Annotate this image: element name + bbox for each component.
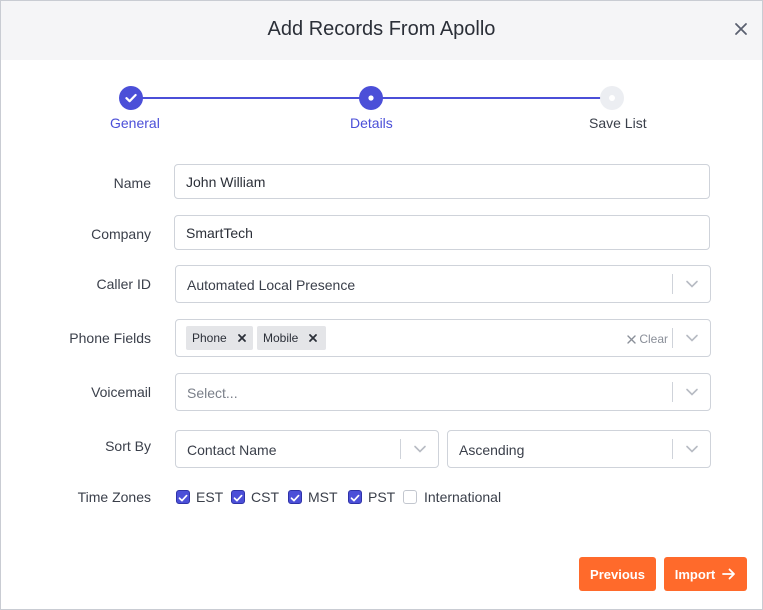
chevron-down-icon[interactable] [684, 332, 700, 344]
checkbox-international[interactable] [403, 490, 417, 504]
chevron-down-icon[interactable] [684, 278, 700, 290]
caller-id-value: Automated Local Presence [187, 277, 356, 293]
step-general-label[interactable]: General [110, 115, 160, 131]
chevron-down-icon[interactable] [412, 443, 428, 455]
checkbox-mst[interactable] [288, 490, 302, 504]
import-button-label: Import [674, 566, 716, 582]
step-save-list-label[interactable]: Save List [589, 115, 647, 131]
phone-fields-multiselect[interactable]: Phone Mobile Clear [175, 319, 711, 357]
tag-mobile: Mobile [257, 326, 326, 350]
caller-id-select[interactable]: Automated Local Presence [175, 265, 711, 303]
step-details-dot-icon [359, 86, 383, 110]
tag-mobile-label: Mobile [263, 331, 299, 345]
previous-button-label: Previous [590, 566, 645, 582]
checkbox-pst[interactable] [348, 490, 362, 504]
sort-order-value: Ascending [459, 442, 525, 458]
clear-label: Clear [639, 332, 668, 346]
step-details-label[interactable]: Details [350, 115, 393, 131]
name-label: Name [113, 175, 151, 191]
select-separator [672, 439, 673, 459]
dialog-title: Add Records From Apollo [267, 18, 496, 40]
arrow-right-icon [722, 568, 736, 580]
check-icon [290, 494, 300, 502]
clear-button[interactable]: Clear [627, 332, 668, 346]
step-save-list-dot-icon [600, 86, 624, 110]
clear-x-icon [627, 334, 637, 344]
checkbox-est-label[interactable]: EST [196, 489, 223, 505]
remove-tag-icon[interactable] [235, 331, 249, 345]
dialog-header: Add Records From Apollo [1, 1, 762, 60]
stepper-line-completed [131, 97, 371, 99]
sort-by-label: Sort By [105, 438, 151, 454]
check-icon [350, 494, 360, 502]
select-separator [672, 274, 673, 294]
phone-fields-label: Phone Fields [69, 330, 151, 346]
remove-tag-icon[interactable] [306, 331, 320, 345]
voicemail-placeholder: Select... [187, 385, 238, 401]
add-records-dialog: Add Records From Apollo General Details … [0, 0, 763, 610]
previous-button[interactable]: Previous [579, 557, 656, 591]
checkbox-mst-label[interactable]: MST [308, 489, 338, 505]
name-input[interactable]: John William [174, 164, 710, 199]
select-separator [400, 439, 401, 459]
voicemail-label: Voicemail [91, 384, 151, 400]
tag-phone-label: Phone [192, 331, 227, 345]
company-input[interactable]: SmartTech [174, 215, 710, 250]
tag-phone: Phone [186, 326, 253, 350]
stepper-line-progress [371, 97, 611, 99]
checkbox-cst[interactable] [231, 490, 245, 504]
check-icon [233, 494, 243, 502]
sort-field-value: Contact Name [187, 442, 277, 458]
caller-id-label: Caller ID [96, 276, 151, 292]
sort-field-select[interactable]: Contact Name [175, 430, 439, 468]
sort-order-select[interactable]: Ascending [447, 430, 711, 468]
time-zones-label: Time Zones [77, 489, 151, 505]
check-icon [178, 494, 188, 502]
chevron-down-icon[interactable] [684, 386, 700, 398]
select-separator [672, 382, 673, 402]
checkbox-cst-label[interactable]: CST [251, 489, 279, 505]
import-button[interactable]: Import [664, 557, 747, 591]
checkbox-pst-label[interactable]: PST [368, 489, 395, 505]
step-general-check-icon [119, 86, 143, 110]
chevron-down-icon[interactable] [684, 443, 700, 455]
checkbox-international-label[interactable]: International [424, 489, 501, 505]
close-icon[interactable] [731, 19, 751, 39]
voicemail-select[interactable]: Select... [175, 373, 711, 411]
select-separator [672, 328, 673, 348]
checkbox-est[interactable] [176, 490, 190, 504]
company-label: Company [91, 226, 151, 242]
